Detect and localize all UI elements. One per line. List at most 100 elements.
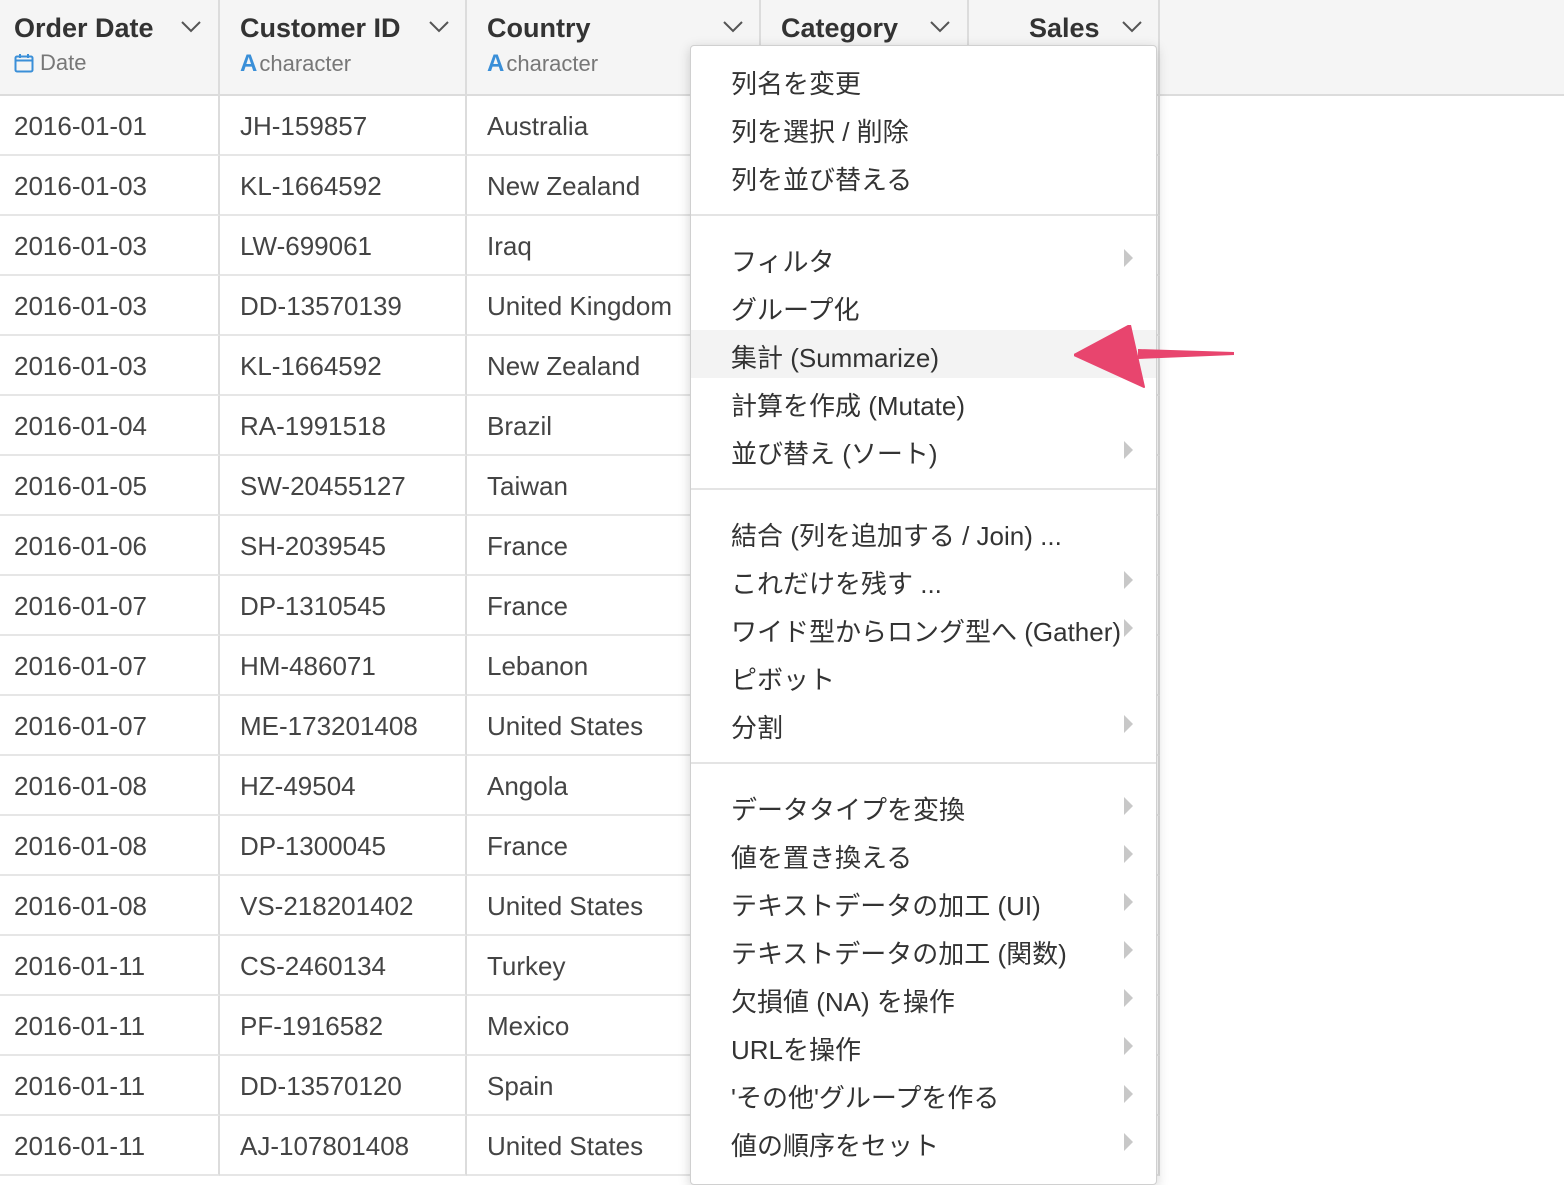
- column-context-menu: 列名を変更列を選択 / 削除 列を並び替える フィルタグループ化集計 (Summar…: [690, 45, 1157, 1185]
- menu-item-label: 欠損値 (NA) を操作: [731, 987, 955, 1017]
- table-cell: 2016-01-06: [0, 516, 220, 576]
- column-type-label: character: [259, 51, 352, 76]
- menu-item[interactable]: これだけを残す ...: [691, 556, 1156, 604]
- column-type: A character: [487, 50, 598, 78]
- column-type-label: character: [506, 51, 599, 76]
- menu-item[interactable]: 値を置き換える: [691, 830, 1156, 878]
- column-type-label: Date: [40, 50, 87, 75]
- submenu-arrow-icon: [1124, 441, 1133, 459]
- menu-item[interactable]: 値の順序をセット: [691, 1118, 1156, 1166]
- menu-item-label: 列を選択 / 削除: [731, 117, 909, 147]
- menu-item-label: データタイプを変換: [731, 795, 966, 825]
- table-cell: LW-699061: [220, 216, 467, 276]
- menu-item-label: 値の順序をセット: [731, 1131, 940, 1161]
- menu-item-label: テキストデータの加工 (関数): [731, 939, 1067, 969]
- menu-item[interactable]: ワイド型からロング型へ (Gather): [691, 604, 1156, 652]
- table-cell: 2016-01-07: [0, 576, 220, 636]
- menu-item[interactable]: グループ化: [691, 282, 1156, 330]
- menu-item-label: 値を置き換える: [731, 843, 913, 873]
- table-cell: ME-173201408: [220, 696, 467, 756]
- table-cell: 2016-01-05: [0, 456, 220, 516]
- menu-item[interactable]: 列名を変更: [691, 56, 1156, 104]
- submenu-arrow-icon: [1124, 893, 1133, 911]
- table-cell: DD-13570139: [220, 276, 467, 336]
- calendar-icon: [14, 54, 34, 73]
- chevron-down-icon[interactable]: [722, 20, 744, 34]
- table-cell: 2016-01-08: [0, 756, 220, 816]
- column-name: Category: [781, 13, 899, 43]
- table-cell: 2016-01-03: [0, 216, 220, 276]
- chevron-down-icon[interactable]: [1121, 20, 1143, 34]
- submenu-arrow-icon: [1124, 249, 1133, 267]
- table-cell: 2016-01-03: [0, 156, 220, 216]
- menu-item-label: 分割: [731, 713, 784, 743]
- menu-item[interactable]: 列を並び替える: [691, 152, 1156, 200]
- column-header-order-date[interactable]: Order Date Date: [0, 0, 220, 94]
- menu-item-label: URLを操作: [731, 1035, 862, 1065]
- menu-item-label: フィルタ: [731, 247, 835, 277]
- menu-item-label: 並び替え (ソート): [731, 439, 938, 469]
- table-cell: DP-1310545: [220, 576, 467, 636]
- menu-item-label: 列名を変更: [731, 69, 862, 99]
- table-cell: 2016-01-07: [0, 636, 220, 696]
- table-cell: 2016-01-11: [0, 936, 220, 996]
- menu-item-label: これだけを残す ...: [731, 569, 942, 599]
- table-cell: HZ-49504: [220, 756, 467, 816]
- table-cell: 2016-01-03: [0, 336, 220, 396]
- table-cell: RA-1991518: [220, 396, 467, 456]
- submenu-arrow-icon: [1124, 619, 1133, 637]
- table-cell: KL-1664592: [220, 156, 467, 216]
- submenu-arrow-icon: [1124, 1133, 1133, 1151]
- column-type: A character: [240, 50, 351, 78]
- table-cell: KL-1664592: [220, 336, 467, 396]
- menu-item[interactable]: 'その他'グループを作る: [691, 1070, 1156, 1118]
- table-cell: HM-486071: [220, 636, 467, 696]
- menu-item-label: ワイド型からロング型へ (Gather): [731, 617, 1122, 647]
- column-name: Customer ID: [240, 13, 401, 43]
- menu-item-label: 列を並び替える: [731, 165, 913, 195]
- menu-item[interactable]: 分割: [691, 700, 1156, 748]
- column-name: Order Date: [14, 13, 154, 43]
- pointer-arrow-icon: [1074, 325, 1234, 388]
- table-cell: 2016-01-07: [0, 696, 220, 756]
- table-cell: JH-159857: [220, 96, 467, 156]
- table-cell: 2016-01-08: [0, 816, 220, 876]
- menu-item[interactable]: テキストデータの加工 (UI): [691, 878, 1156, 926]
- table-cell: 2016-01-04: [0, 396, 220, 456]
- menu-item-label: 集計 (Summarize): [731, 343, 940, 373]
- column-header-customer-id[interactable]: Customer ID A character: [220, 0, 467, 94]
- submenu-arrow-icon: [1124, 715, 1133, 733]
- character-type-icon: A: [240, 50, 258, 77]
- menu-item-label: 'その他'グループを作る: [731, 1083, 1000, 1113]
- submenu-arrow-icon: [1124, 941, 1133, 959]
- menu-item[interactable]: 並び替え (ソート): [691, 426, 1156, 474]
- character-type-icon: A: [487, 50, 505, 77]
- menu-item-label: テキストデータの加工 (UI): [731, 891, 1041, 921]
- menu-item[interactable]: テキストデータの加工 (関数): [691, 926, 1156, 974]
- menu-item[interactable]: ピボット: [691, 652, 1156, 700]
- chevron-down-icon[interactable]: [180, 20, 202, 34]
- table-cell: CS-2460134: [220, 936, 467, 996]
- menu-separator: [691, 762, 1156, 764]
- submenu-arrow-icon: [1124, 797, 1133, 815]
- menu-separator: [691, 214, 1156, 216]
- menu-item-label: ピボット: [731, 665, 836, 695]
- menu-item[interactable]: URLを操作: [691, 1022, 1156, 1070]
- menu-item[interactable]: データタイプを変換: [691, 782, 1156, 830]
- table-cell: 2016-01-08: [0, 876, 220, 936]
- menu-item-label: グループ化: [731, 295, 860, 325]
- menu-item[interactable]: フィルタ: [691, 234, 1156, 282]
- submenu-arrow-icon: [1124, 571, 1133, 589]
- table-cell: 2016-01-11: [0, 996, 220, 1056]
- menu-item[interactable]: 列を選択 / 削除: [691, 104, 1156, 152]
- chevron-down-icon[interactable]: [929, 20, 951, 34]
- menu-item[interactable]: 欠損値 (NA) を操作: [691, 974, 1156, 1022]
- chevron-down-icon[interactable]: [428, 20, 450, 34]
- table-cell: DD-13570120: [220, 1056, 467, 1116]
- table-cell: PF-1916582: [220, 996, 467, 1056]
- submenu-arrow-icon: [1124, 989, 1133, 1007]
- menu-item-label: 計算を作成 (Mutate): [731, 391, 966, 421]
- table-cell: 2016-01-03: [0, 276, 220, 336]
- menu-item[interactable]: 結合 (列を追加する / Join) ...: [691, 508, 1156, 556]
- submenu-arrow-icon: [1124, 1037, 1133, 1055]
